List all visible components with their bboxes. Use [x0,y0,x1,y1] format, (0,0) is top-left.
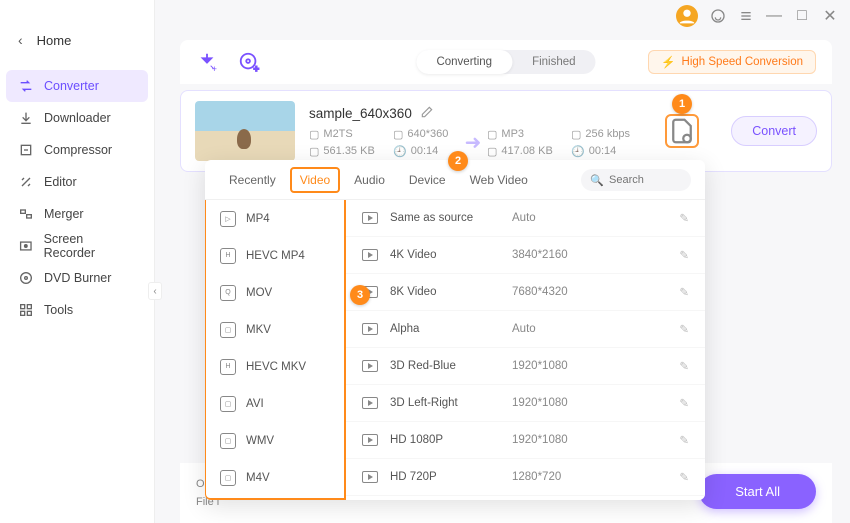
edit-preset-icon[interactable]: ✎ [679,359,689,373]
format-search: 🔍 [581,169,691,191]
main-toolbar: + + Converting Finished ⚡ High Speed Con… [180,40,832,84]
fp-tab-audio[interactable]: Audio [344,167,395,193]
tab-finished[interactable]: Finished [512,50,595,74]
preset-row[interactable]: HD 720P1280*720✎ [346,459,705,496]
output-format-button[interactable] [665,114,699,148]
dst-format: ▢ MP3 [487,128,553,141]
video-icon [362,360,378,372]
bolt-icon: ⚡ [661,55,675,69]
fmt-mp4[interactable]: ▷MP4 [206,200,344,237]
format-icon: Q [220,285,236,301]
dst-size: ▢ 417.08 KB [487,145,553,158]
tools-icon [18,302,34,318]
preset-row[interactable]: 3D Left-Right1920*1080✎ [346,385,705,422]
editor-icon [18,174,34,190]
dvd-icon [18,270,34,286]
status-tabs: Converting Finished [416,50,595,74]
edit-preset-icon[interactable]: ✎ [679,211,689,225]
back-home[interactable]: ‹ Home [0,20,154,60]
compress-icon [18,142,34,158]
edit-preset-icon[interactable]: ✎ [679,248,689,262]
fmt-m4v[interactable]: ▢M4V [206,459,344,496]
video-icon [362,212,378,224]
badge-1: 1 [672,94,692,114]
fmt-mov[interactable]: QMOV [206,274,344,311]
svg-text:+: + [254,64,259,73]
video-icon [362,434,378,446]
video-icon [362,249,378,261]
converter-icon [18,78,34,94]
start-all-button[interactable]: Start All [699,474,816,509]
format-panel: Recently Video Audio Device Web Video 🔍 … [205,160,705,500]
format-icon: ▢ [220,396,236,412]
fp-tab-device[interactable]: Device [399,167,456,193]
edit-preset-icon[interactable]: ✎ [679,470,689,484]
high-speed-toggle[interactable]: ⚡ High Speed Conversion [648,50,816,74]
preset-row[interactable]: 4K Video3840*2160✎ [346,237,705,274]
preset-list: Same as sourceAuto✎ 4K Video3840*2160✎ 8… [346,200,705,500]
preset-row[interactable]: 8K Video7680*4320✎ [346,274,705,311]
src-size: ▢ 561.35 KB [309,145,375,158]
merger-icon [18,206,34,222]
add-disc-button[interactable]: + [238,51,260,73]
edit-preset-icon[interactable]: ✎ [679,433,689,447]
video-icon [362,471,378,483]
dst-bitrate: ▢ 256 kbps [571,128,637,141]
video-icon [362,397,378,409]
file-name: sample_640x360 [309,106,412,121]
fmt-avi[interactable]: ▢AVI [206,385,344,422]
download-icon [18,110,34,126]
chevron-left-icon: ‹ [18,32,23,48]
fmt-mkv[interactable]: ▢MKV [206,311,344,348]
preset-row[interactable]: 3D Red-Blue1920*1080✎ [346,348,705,385]
video-icon [362,323,378,335]
fmt-hevc-mp4[interactable]: HHEVC MP4 [206,237,344,274]
format-icon: ▷ [220,211,236,227]
fmt-wmv[interactable]: ▢WMV [206,422,344,459]
nav-editor[interactable]: Editor [0,166,154,198]
format-icon: ▢ [220,470,236,486]
fp-tab-webvideo[interactable]: Web Video [460,167,538,193]
format-icon: ▢ [220,322,236,338]
format-icon: ▢ [220,433,236,449]
edit-preset-icon[interactable]: ✎ [679,285,689,299]
nav-merger[interactable]: Merger [0,198,154,230]
badge-3: 3 [350,285,370,305]
nav-list: Converter Downloader Compressor Editor M… [0,70,154,326]
fp-tab-video[interactable]: Video [290,167,340,193]
format-icon: H [220,248,236,264]
fmt-hevc-mkv[interactable]: HHEVC MKV [206,348,344,385]
svg-text:+: + [212,64,217,73]
nav-downloader[interactable]: Downloader [0,102,154,134]
edit-preset-icon[interactable]: ✎ [679,396,689,410]
nav-converter[interactable]: Converter [6,70,148,102]
nav-dvd-burner[interactable]: DVD Burner [0,262,154,294]
edit-preset-icon[interactable]: ✎ [679,322,689,336]
video-thumbnail[interactable] [195,101,295,161]
convert-button[interactable]: Convert [731,116,817,146]
recorder-icon [18,238,34,254]
src-resolution: ▢ 640*360 [393,128,459,141]
preset-row[interactable]: AlphaAuto✎ [346,311,705,348]
search-icon: 🔍 [590,174,604,187]
format-icon: H [220,359,236,375]
preset-row[interactable]: HD 1080P1920*1080✎ [346,422,705,459]
add-file-button[interactable]: + [196,51,218,73]
arrow-icon: ➜ [459,130,487,155]
fp-tab-recently[interactable]: Recently [219,167,286,193]
badge-2: 2 [448,151,468,171]
preset-row[interactable]: Same as sourceAuto✎ [346,200,705,237]
format-list: ▷MP4 HHEVC MP4 QMOV ▢MKV HHEVC MKV ▢AVI … [205,200,346,500]
nav-screen-recorder[interactable]: Screen Recorder [0,230,154,262]
dst-duration: 🕘 00:14 [571,145,637,158]
nav-tools[interactable]: Tools [0,294,154,326]
sidebar: ‹ Home Converter Downloader Compressor E… [0,0,155,523]
home-label: Home [37,33,72,48]
rename-icon[interactable] [420,105,434,122]
nav-compressor[interactable]: Compressor [0,134,154,166]
tab-converting[interactable]: Converting [416,50,512,74]
src-format: ▢ M2TS [309,128,375,141]
